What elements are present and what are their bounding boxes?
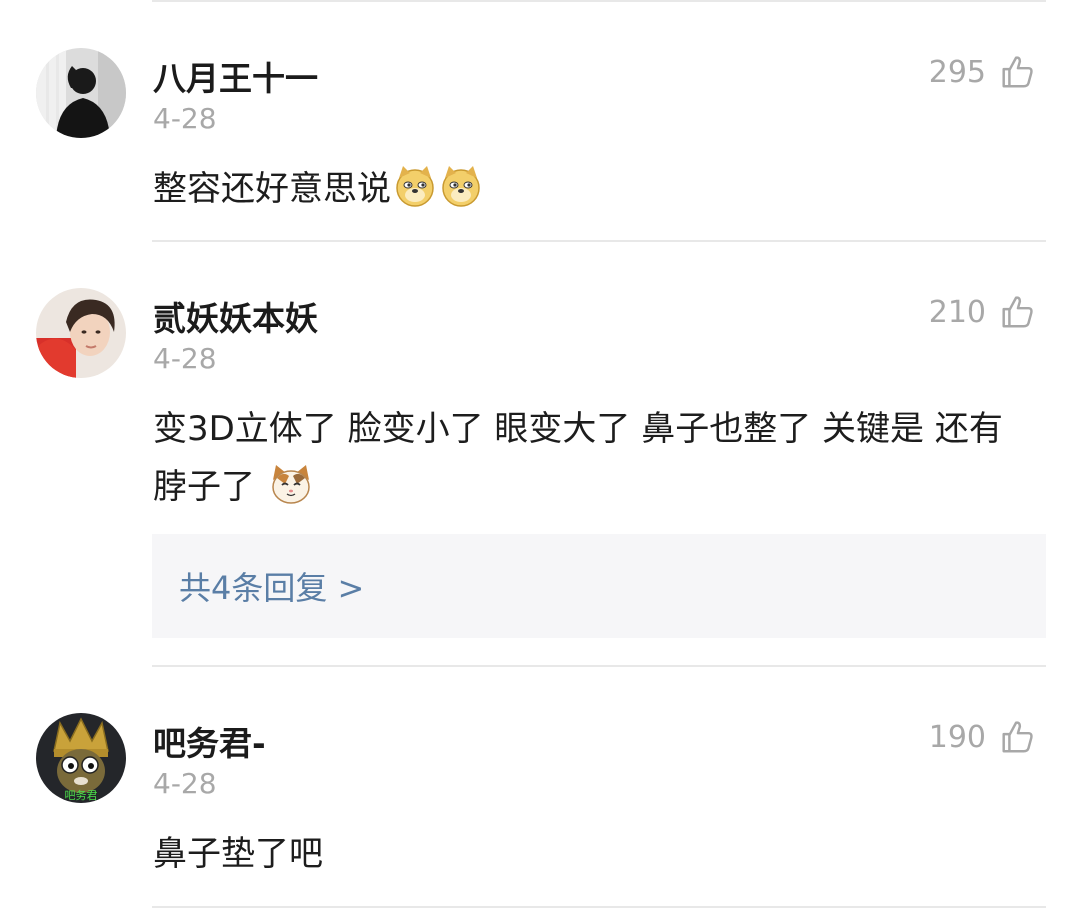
avatar[interactable]: 吧务君 xyxy=(36,713,126,803)
avatar-caption: 吧务君 xyxy=(65,789,98,802)
comment-text: 变3D立体了 脸变小了 眼变大了 鼻子也整了 关键是 还有脖子了 xyxy=(153,400,1033,516)
thumbs-up-icon[interactable] xyxy=(998,53,1036,91)
avatar[interactable] xyxy=(36,48,126,138)
thumbs-up-icon[interactable] xyxy=(998,718,1036,756)
comment-date: 4-28 xyxy=(153,342,217,375)
divider xyxy=(152,665,1046,667)
comment-date: 4-28 xyxy=(153,767,217,800)
comment-date: 4-28 xyxy=(153,102,217,135)
username[interactable]: 吧务君- xyxy=(153,717,266,765)
like-count: 210 xyxy=(928,294,986,330)
view-replies-link[interactable]: 共4条回复 > xyxy=(179,563,364,609)
cat-emoji-icon xyxy=(269,462,313,506)
doge-emoji-icon xyxy=(393,164,437,208)
like-button[interactable]: 210 xyxy=(929,292,1036,332)
divider-top xyxy=(152,0,1046,2)
comment-text-content: 整容还好意思说 xyxy=(153,169,391,209)
username[interactable]: 贰妖妖本妖 xyxy=(153,292,318,340)
thumbs-up-icon[interactable] xyxy=(998,293,1036,331)
like-count: 190 xyxy=(928,719,986,755)
comment-text: 整容还好意思说 xyxy=(153,160,1033,218)
comment-text-content: 鼻子垫了吧 xyxy=(153,834,323,874)
divider xyxy=(152,906,1046,908)
comment-text: 鼻子垫了吧 xyxy=(153,825,1033,883)
comment-item: 八月王十一 4-28 295 整容还好意思说 xyxy=(0,48,1080,228)
username[interactable]: 八月王十一 xyxy=(153,52,318,100)
comment-item: 吧务君 吧务君- 4-28 190 鼻子垫了吧 xyxy=(0,713,1080,893)
comment-item: 贰妖妖本妖 4-28 210 变3D立体了 脸变小了 眼变大了 鼻子也整了 关键… xyxy=(0,288,1080,648)
like-button[interactable]: 190 xyxy=(929,717,1036,757)
like-count: 295 xyxy=(928,54,986,90)
reply-preview[interactable]: 共4条回复 > xyxy=(152,534,1046,638)
like-button[interactable]: 295 xyxy=(929,52,1036,92)
divider xyxy=(152,240,1046,242)
avatar[interactable] xyxy=(36,288,126,378)
doge-emoji-icon xyxy=(439,164,483,208)
